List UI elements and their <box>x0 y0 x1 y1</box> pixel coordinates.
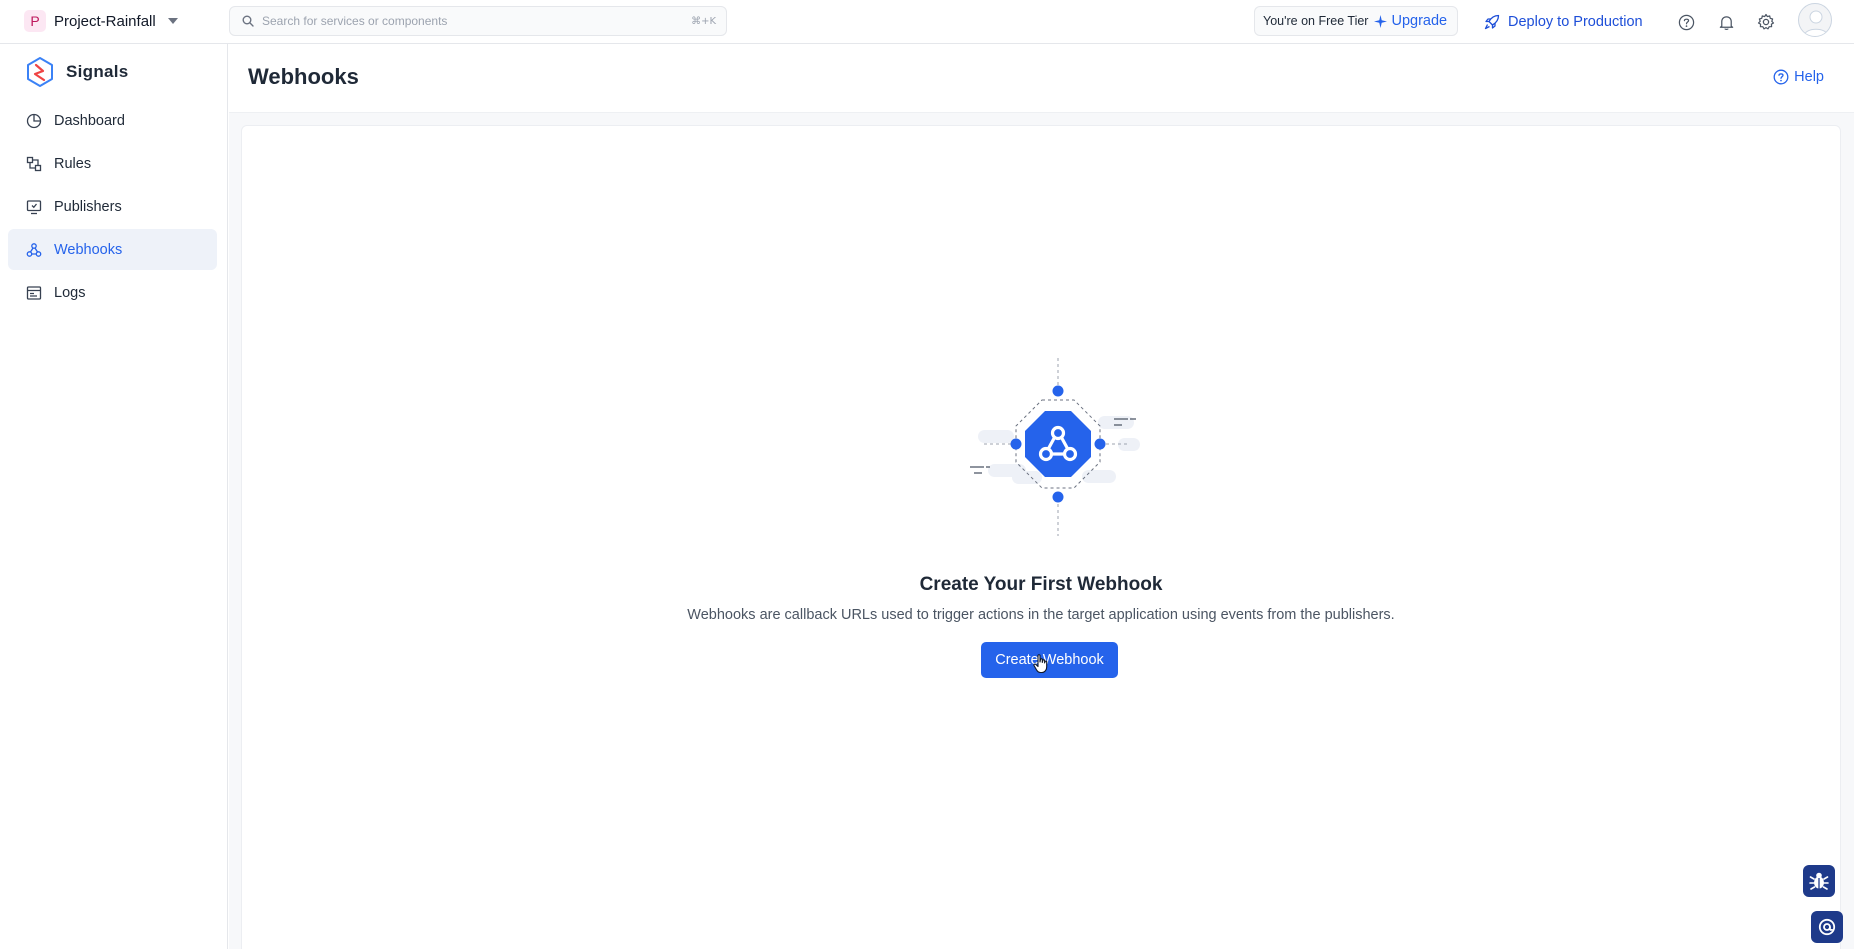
sidebar-item-label: Logs <box>54 284 86 301</box>
help-circle-icon[interactable] <box>1676 12 1696 32</box>
sidebar-item-logs[interactable]: Logs <box>8 272 217 313</box>
brand-name: Signals <box>66 62 129 81</box>
top-bar: P Project-Rainfall ⌘+K You're on Free Ti… <box>0 0 1854 44</box>
sidebar-item-rules[interactable]: Rules <box>8 143 217 184</box>
search-icon <box>242 15 254 27</box>
tier-text: You're on Free Tier <box>1263 14 1369 28</box>
upgrade-link[interactable]: Upgrade <box>1374 13 1447 29</box>
webhook-icon <box>26 242 42 257</box>
sidebar-item-label: Dashboard <box>54 112 125 129</box>
user-icon <box>1803 10 1829 36</box>
create-webhook-button[interactable]: Create Webhook <box>981 642 1118 678</box>
main-content: Create Your First Webhook Webhooks are c… <box>229 113 1854 949</box>
logs-icon <box>26 285 42 300</box>
deploy-button[interactable]: Deploy to Production <box>1484 10 1643 34</box>
empty-state-description: Webhooks are callback URLs used to trigg… <box>687 607 1395 623</box>
empty-state-title: Create Your First Webhook <box>919 574 1163 595</box>
chat-icon <box>1818 918 1836 936</box>
global-search[interactable]: ⌘+K <box>229 6 727 36</box>
help-link[interactable]: Help <box>1773 69 1824 85</box>
sparkle-icon <box>1374 14 1388 28</box>
gear-icon[interactable] <box>1756 12 1776 32</box>
empty-state-card: Create Your First Webhook Webhooks are c… <box>241 125 1841 949</box>
brand: Signals <box>24 56 129 88</box>
sidebar-item-dashboard[interactable]: Dashboard <box>8 100 217 141</box>
user-avatar[interactable] <box>1798 3 1832 37</box>
page-title: Webhooks <box>248 64 359 89</box>
sidebar-nav: Dashboard Rules Publishers Webhooks Logs <box>8 100 217 315</box>
bug-icon <box>1809 872 1829 890</box>
hand-cursor-icon <box>1033 654 1048 674</box>
support-chat-button[interactable] <box>1811 911 1843 943</box>
sidebar: Signals Dashboard Rules Publishers Webho… <box>0 44 228 949</box>
signals-logo-icon <box>27 57 53 87</box>
search-input[interactable] <box>262 14 692 28</box>
sidebar-item-label: Webhooks <box>54 241 123 258</box>
webhook-illustration-graphic <box>970 358 1140 536</box>
caret-down-icon <box>167 18 178 24</box>
bell-icon[interactable] <box>1716 12 1736 32</box>
project-switcher[interactable]: P Project-Rainfall <box>24 8 178 34</box>
rules-icon <box>26 156 42 171</box>
rocket-icon <box>1484 14 1500 30</box>
search-shortcut: ⌘+K <box>691 15 716 27</box>
sidebar-item-label: Rules <box>54 155 92 172</box>
bug-report-button[interactable] <box>1803 865 1835 897</box>
help-circle-icon <box>1773 69 1789 85</box>
deploy-label: Deploy to Production <box>1508 14 1643 30</box>
sidebar-item-webhooks[interactable]: Webhooks <box>8 229 217 270</box>
tier-banner: You're on Free Tier Upgrade <box>1254 6 1458 36</box>
dashboard-icon <box>26 113 42 128</box>
project-name: Project-Rainfall <box>54 12 156 30</box>
webhook-illustration <box>958 356 1158 551</box>
project-avatar: P <box>24 10 46 32</box>
page-header: Webhooks Help <box>229 44 1854 113</box>
sidebar-item-publishers[interactable]: Publishers <box>8 186 217 227</box>
help-label: Help <box>1794 69 1824 85</box>
upgrade-label: Upgrade <box>1391 13 1448 29</box>
sidebar-item-label: Publishers <box>54 198 122 215</box>
publishers-icon <box>26 199 42 214</box>
